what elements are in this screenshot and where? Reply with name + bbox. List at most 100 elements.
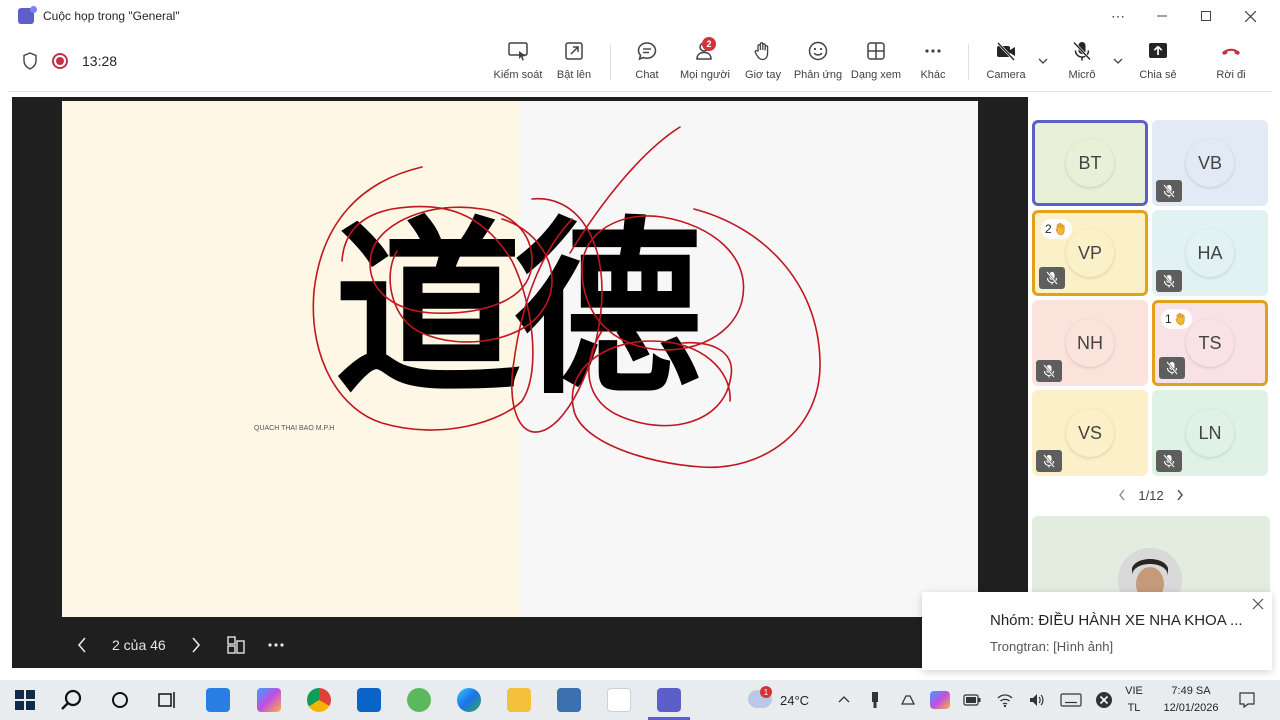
shield-icon[interactable] [22, 52, 38, 70]
minimize-button[interactable] [1142, 0, 1182, 32]
toast-body: [Hình ảnh] [1053, 639, 1114, 654]
file-explorer-icon[interactable] [507, 688, 531, 712]
chrome-icon[interactable] [307, 688, 331, 712]
weather-temp[interactable]: 24°C [780, 693, 809, 708]
camera-button[interactable]: Camera [984, 40, 1028, 86]
view-button[interactable]: Dạng xem [850, 40, 902, 86]
weather-badge: 1 [760, 686, 772, 698]
participant-tile[interactable]: VB [1152, 120, 1268, 206]
mic-options-chevron-icon[interactable] [1113, 56, 1123, 66]
battery-icon[interactable] [963, 694, 981, 706]
notifications-icon[interactable] [1238, 691, 1256, 709]
maximize-button[interactable] [1186, 0, 1226, 32]
wifi-icon[interactable] [996, 692, 1014, 708]
close-window-button[interactable] [1230, 0, 1270, 32]
camera-options-chevron-icon[interactable] [1038, 56, 1048, 66]
avatar: VS [1066, 409, 1114, 457]
usb-icon[interactable] [870, 691, 880, 709]
avatar: VP [1066, 229, 1114, 277]
screen-control-icon [508, 42, 528, 61]
mic-button[interactable]: Micrô [1064, 40, 1100, 86]
participant-pager: 1/12 [1032, 484, 1270, 506]
windows-taskbar: 1 24°C VIE TL 7:49 SA 12/01/2026 [0, 680, 1280, 720]
slide-more-button[interactable] [264, 633, 288, 657]
shared-content-stage: 道德 QUACH THAI BAO M.P.H 2 của 46 [12, 97, 1028, 668]
participant-tile[interactable]: VP 2 [1032, 210, 1148, 296]
slides-overview-icon [227, 636, 245, 654]
hang-up-icon [1222, 48, 1240, 55]
slide-counter: 2 của 46 [112, 637, 166, 653]
chevron-left-icon[interactable] [1118, 489, 1126, 501]
keyboard-icon[interactable] [1060, 692, 1082, 708]
meeting-timer: 13:28 [82, 53, 118, 69]
chat-notification-toast[interactable]: Nhóm: ĐIỀU HÀNH XE NHA KHOA ... Trongtra… [922, 592, 1272, 670]
recording-icon [52, 53, 68, 69]
toast-sender: Trongtran: [990, 639, 1050, 654]
react-button[interactable]: Phản ứng [793, 40, 843, 86]
clock-time[interactable]: 7:49 SA [1156, 685, 1226, 697]
app-launcher-icon[interactable] [206, 688, 230, 712]
close-circle-icon[interactable] [1095, 691, 1113, 709]
slide-grid-button[interactable] [224, 633, 248, 657]
close-icon[interactable] [1252, 598, 1264, 610]
mic-off-icon [1073, 41, 1091, 61]
self-video-face [1118, 548, 1182, 596]
people-button[interactable]: 2 Mọi người [678, 37, 732, 86]
input-language[interactable]: VIE [1124, 685, 1144, 697]
smiley-icon [808, 41, 828, 61]
task-view-icon[interactable] [156, 688, 180, 712]
cloud-drive-icon[interactable] [900, 692, 916, 708]
raised-hand-badge: 1 [1161, 309, 1192, 329]
mic-off-icon [1156, 180, 1182, 202]
self-video-preview[interactable] [1032, 516, 1270, 596]
calculator-icon[interactable] [557, 688, 581, 712]
next-slide-button[interactable] [184, 633, 208, 657]
input-method[interactable]: TL [1124, 702, 1144, 714]
slide-navigation: 2 của 46 [12, 627, 1028, 663]
chat-button[interactable]: Chat [628, 40, 666, 86]
windows-start-icon[interactable] [13, 688, 37, 712]
chevron-right-icon[interactable] [1176, 489, 1184, 501]
participant-tile[interactable]: LN [1152, 390, 1268, 476]
mic-off-icon [1036, 360, 1062, 382]
avatar: HA [1186, 229, 1234, 277]
zalo-icon[interactable] [607, 688, 631, 712]
participant-tile[interactable]: NH [1032, 300, 1148, 386]
copilot-tray-icon[interactable] [930, 691, 950, 709]
green-app-icon[interactable] [407, 688, 431, 712]
ink-stroke [581, 215, 745, 351]
outlook-icon[interactable] [357, 688, 381, 712]
toolbar-divider [610, 44, 611, 80]
participant-tile[interactable]: HA [1152, 210, 1268, 296]
avatar: TS [1186, 319, 1234, 367]
leave-button[interactable]: Rời đi [1212, 40, 1250, 86]
clock-date[interactable]: 12/01/2026 [1156, 702, 1226, 714]
volume-icon[interactable] [1028, 692, 1046, 708]
chevron-up-icon[interactable] [838, 694, 850, 706]
popout-button[interactable]: Bật lên [554, 40, 594, 86]
ink-stroke [312, 166, 534, 431]
raised-hand-icon [1052, 222, 1068, 236]
copilot-icon[interactable] [257, 688, 281, 712]
participant-tile[interactable]: VS [1032, 390, 1148, 476]
share-button[interactable]: Chia sẻ [1138, 40, 1178, 86]
control-button[interactable]: Kiểm soát [493, 40, 543, 86]
previous-slide-button[interactable] [70, 633, 94, 657]
raise-hand-button[interactable]: Giơ tay [743, 40, 783, 86]
participant-tile[interactable]: BT [1032, 120, 1148, 206]
more-horizontal-icon [268, 643, 284, 647]
edge-icon[interactable] [457, 688, 481, 712]
cortana-icon[interactable] [108, 688, 132, 712]
camera-off-icon [997, 42, 1015, 61]
search-icon[interactable] [60, 688, 84, 712]
presentation-slide: 道德 QUACH THAI BAO M.P.H [62, 101, 978, 617]
hand-order: 2 [1045, 222, 1052, 236]
more-options-icon[interactable]: ⋯ [1098, 0, 1138, 32]
raise-hand-icon [754, 42, 769, 61]
teams-taskbar-icon[interactable] [657, 688, 681, 712]
ink-stroke [571, 208, 821, 469]
more-actions-button[interactable]: Khác [916, 40, 950, 86]
window-title: Cuộc họp trong "General" [43, 9, 180, 23]
chevron-left-icon [77, 637, 86, 653]
participant-tile[interactable]: TS 1 [1152, 300, 1268, 386]
